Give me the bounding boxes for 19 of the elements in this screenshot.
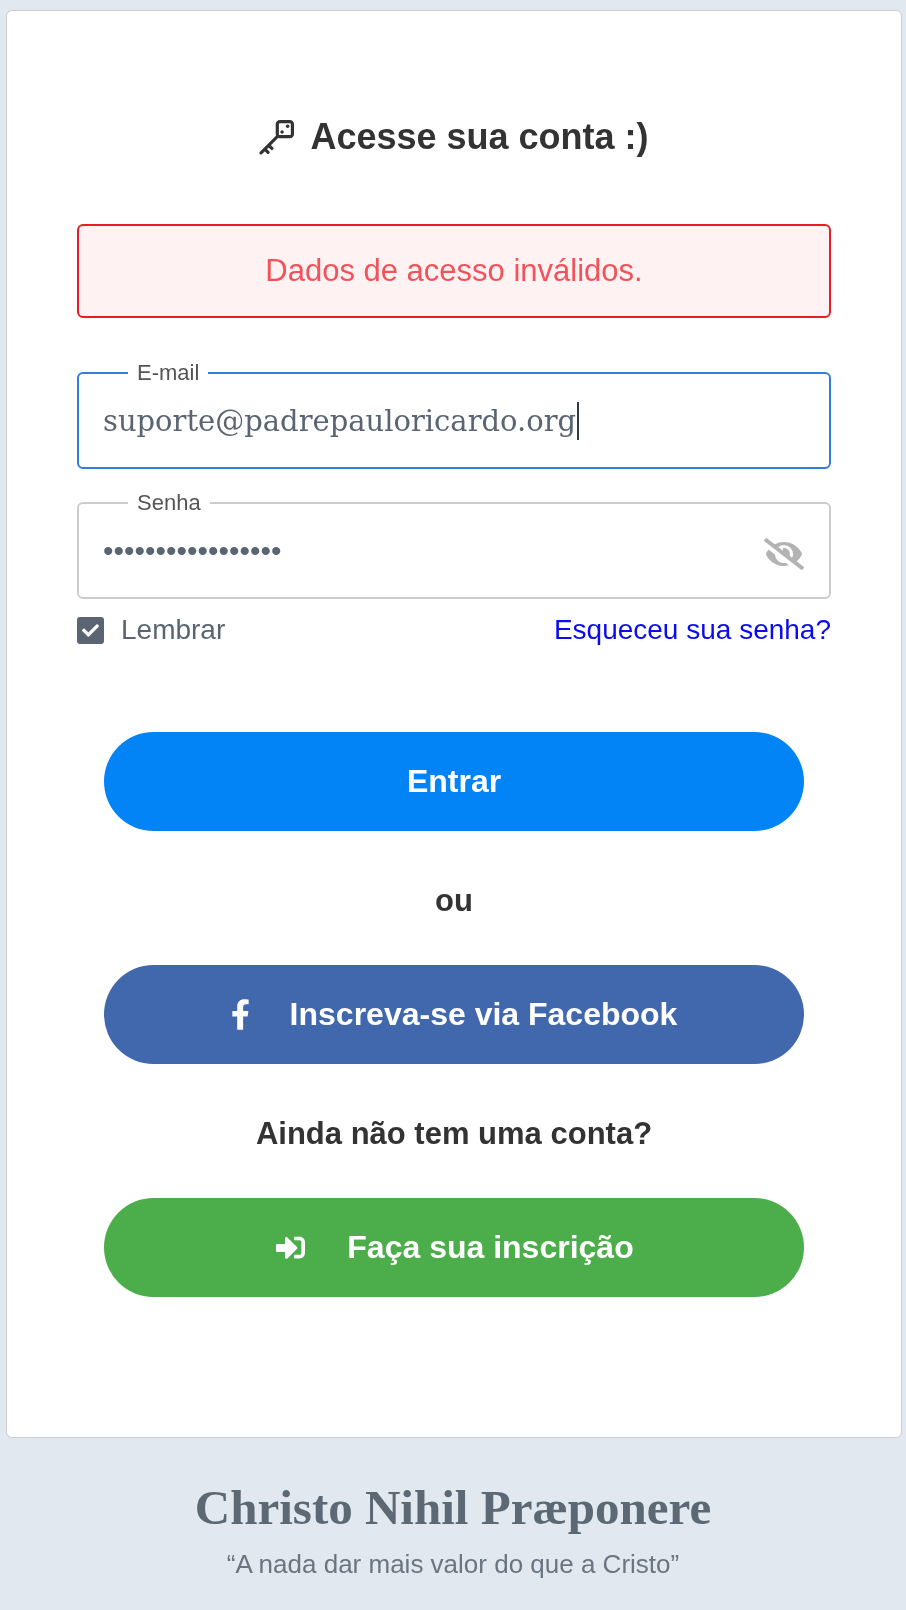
login-button[interactable]: Entrar xyxy=(104,732,804,831)
text-cursor xyxy=(577,402,580,440)
key-icon xyxy=(259,119,295,155)
forgot-password-link[interactable]: Esqueceu sua senha? xyxy=(553,614,831,646)
facebook-icon xyxy=(230,999,250,1030)
error-alert: Dados de acesso inválidos. xyxy=(77,224,831,318)
login-title: Acesse sua conta :) xyxy=(310,115,649,159)
field-label: Senha xyxy=(136,490,202,516)
remember-checkbox[interactable] xyxy=(77,616,104,644)
field-label: E-mail xyxy=(136,360,201,386)
signup-prompt: Ainda não tem uma conta? xyxy=(255,1117,653,1151)
check-icon xyxy=(82,621,99,639)
motto-translation: “A nada dar mais valor do que a Cristo” xyxy=(226,1549,680,1579)
password-input[interactable]: ••••••••••••••••• xyxy=(103,526,764,576)
facebook-button[interactable]: Inscreva-se via Facebook xyxy=(104,965,804,1064)
divider-text: ou xyxy=(435,884,473,918)
motto-heading: Christo Nihil Præponere xyxy=(194,1481,712,1535)
remember-label: Lembrar xyxy=(121,614,226,646)
email-input[interactable]: suporte@padrepauloricardo.org xyxy=(103,396,577,446)
